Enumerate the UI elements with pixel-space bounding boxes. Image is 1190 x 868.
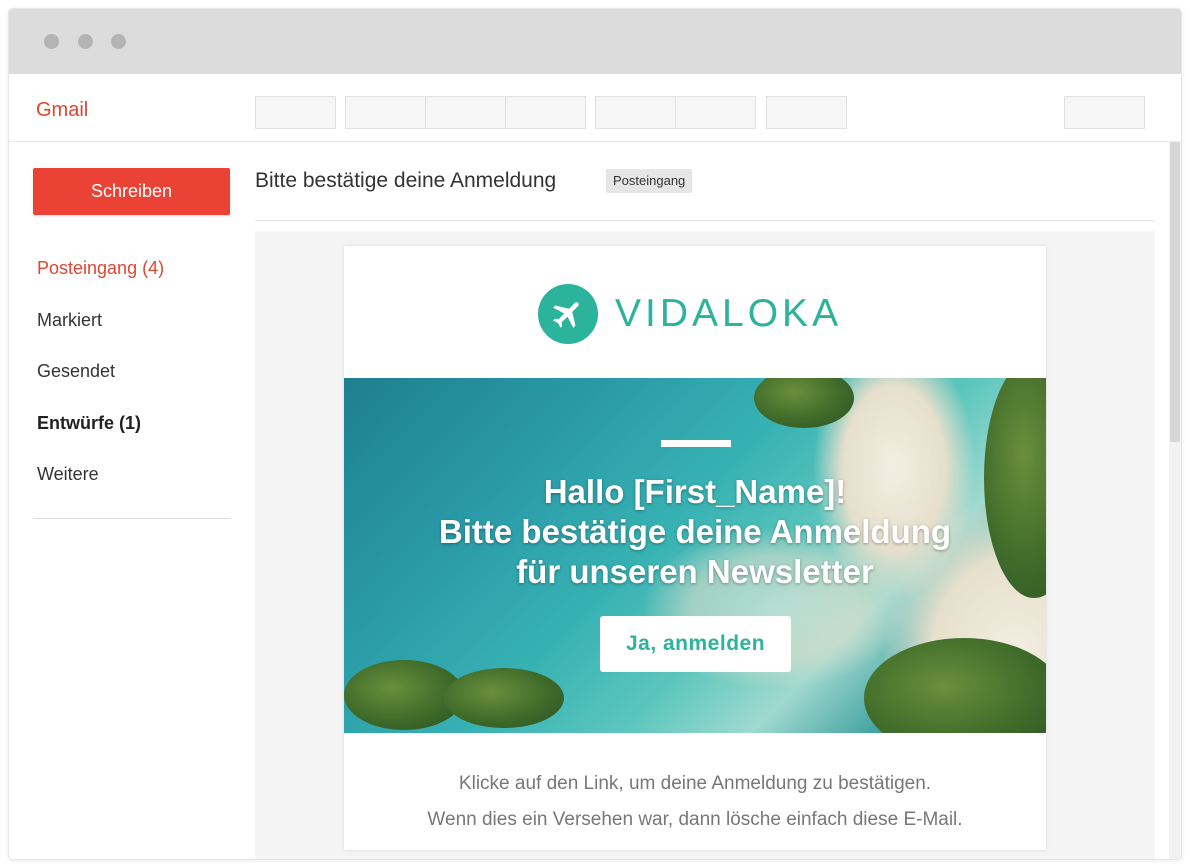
airplane-icon (538, 284, 598, 344)
scrollbar[interactable] (1169, 142, 1181, 859)
body-line-1: Klicke auf den Link, um deine Anmeldung … (458, 773, 932, 794)
toolbar-button-7[interactable] (766, 96, 847, 129)
gmail-logo[interactable]: Gmail (36, 99, 88, 122)
window-close-dot[interactable] (44, 34, 59, 49)
window-maximize-dot[interactable] (111, 34, 126, 49)
gmail-toolbar: Gmail (9, 74, 1181, 142)
message-subject: Bitte bestätige deine Anmeldung (255, 169, 557, 192)
toolbar-button-5[interactable] (595, 96, 676, 129)
toolbar-button-1[interactable] (255, 96, 336, 129)
sidebar-item-starred[interactable]: Markiert (37, 310, 102, 331)
sidebar-item-more[interactable]: Weitere (37, 464, 99, 485)
scrollbar-thumb[interactable] (1170, 142, 1180, 442)
compose-button[interactable]: Schreiben (33, 168, 230, 215)
hero-line-1: Hallo [First_Name]! (543, 473, 847, 510)
window-titlebar (9, 9, 1181, 74)
email-card: VIDALOKA Hallo [First_Name]! Bitte bestä… (344, 246, 1046, 850)
hero-line-2: Bitte bestätige deine Anmeldung (438, 513, 952, 550)
hero-headline: Hallo [First_Name]! Bitte bestätige dein… (344, 472, 1046, 592)
brand-name: VIDALOKA (615, 292, 843, 335)
toolbar-button-3[interactable] (425, 96, 506, 129)
toolbar-button-6[interactable] (675, 96, 756, 129)
sidebar-item-sent[interactable]: Gesendet (37, 361, 115, 382)
island-bottom-left-b (444, 668, 564, 728)
hero-accent-bar (661, 440, 731, 447)
toolbar-button-settings[interactable] (1064, 96, 1145, 129)
sidebar-divider (33, 518, 231, 519)
toolbar-button-2[interactable] (345, 96, 426, 129)
sidebar-item-inbox[interactable]: Posteingang (4) (37, 258, 164, 279)
window-minimize-dot[interactable] (78, 34, 93, 49)
brand-header: VIDALOKA (538, 284, 842, 344)
inbox-label-badge[interactable]: Posteingang (606, 169, 693, 193)
hero-line-3: für unseren Newsletter (516, 553, 874, 590)
subject-divider (255, 220, 1155, 221)
toolbar-button-4[interactable] (505, 96, 586, 129)
hero-image: Hallo [First_Name]! Bitte bestätige dein… (344, 378, 1046, 733)
confirm-subscription-button[interactable]: Ja, anmelden (600, 616, 791, 672)
sidebar-item-drafts[interactable]: Entwürfe (1) (37, 413, 141, 434)
body-line-2: Wenn dies ein Versehen war, dann lösche … (427, 809, 963, 830)
sidebar: Schreiben Posteingang (4) Markiert Gesen… (9, 142, 249, 859)
